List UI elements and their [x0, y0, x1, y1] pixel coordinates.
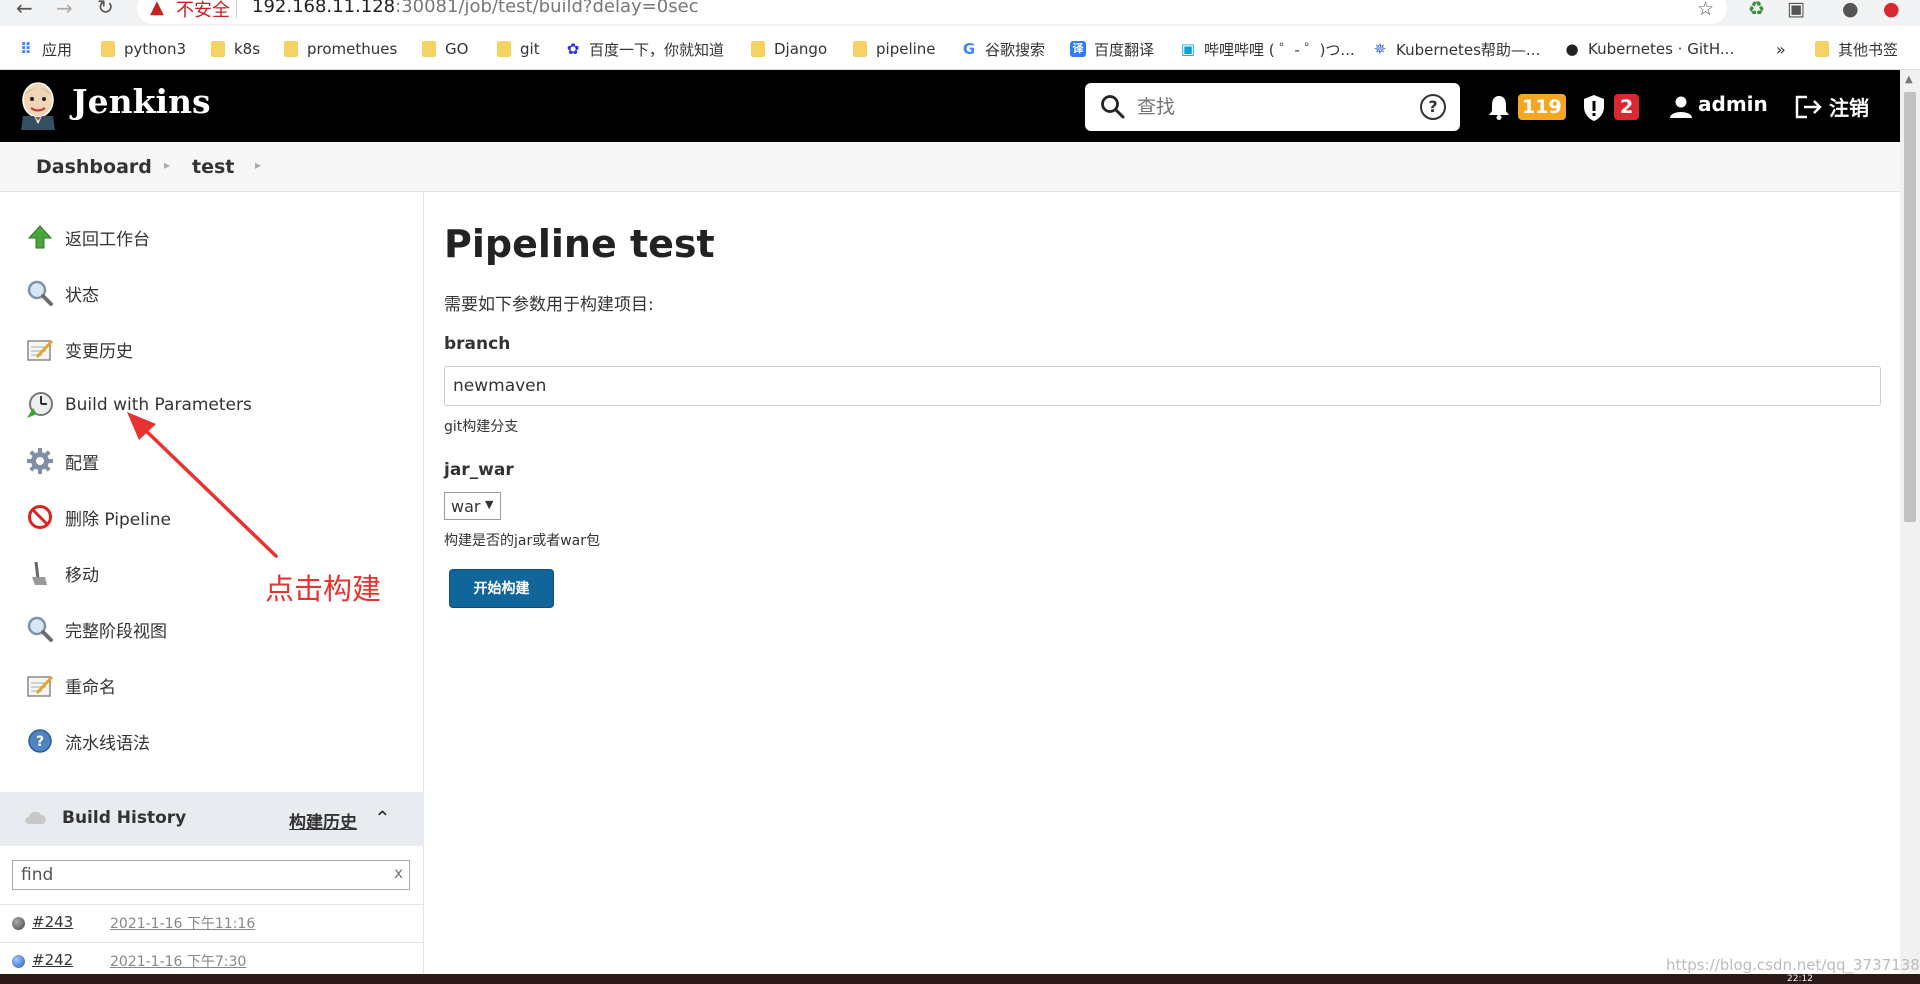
- bookmark-label: 百度一下，你就知道: [589, 40, 725, 59]
- folder-icon: [751, 41, 765, 57]
- caret-down-icon: ▼: [485, 498, 494, 511]
- github-icon: ●: [1565, 40, 1579, 58]
- search-input[interactable]: [1137, 91, 1407, 123]
- notification-badge[interactable]: 119: [1518, 94, 1566, 120]
- baidu-paw-icon: ✿: [566, 40, 580, 58]
- build-button[interactable]: 开始构建: [449, 569, 554, 608]
- url-path: :30081/job/test/build?delay=0sec: [395, 0, 699, 17]
- google-g-icon: G: [962, 40, 976, 58]
- param-help-jar-war: 构建是否的jar或者war包: [444, 533, 601, 549]
- folder-icon: [853, 41, 867, 57]
- bookmark-baidu-translate[interactable]: 译百度翻译: [1070, 38, 1154, 60]
- bookmark-other[interactable]: 其他书签: [1815, 38, 1898, 60]
- taskbar-clock: 22:12: [1787, 974, 1813, 984]
- bookmark-label: git: [520, 40, 540, 58]
- help-icon[interactable]: ?: [1420, 94, 1446, 120]
- page-description: 需要如下参数用于构建项目:: [444, 295, 654, 315]
- bookmark-label: pipeline: [876, 40, 936, 58]
- search-icon: [1101, 95, 1125, 119]
- bookmark-kubernetes-github[interactable]: ● Kubernetes · GitH...: [1564, 38, 1734, 60]
- jar-war-select[interactable]: war ▼: [444, 492, 501, 520]
- extension-icon[interactable]: ♻: [1748, 0, 1765, 20]
- bookmark-kubernetes-help[interactable]: ✵ Kubernetes帮助—...: [1372, 38, 1541, 60]
- bookmark-label: Kubernetes帮助—...: [1396, 40, 1541, 59]
- search-box: ?: [1085, 83, 1460, 131]
- watermark: https://blog.csdn.net/qq_3737138: [1666, 956, 1920, 974]
- bookmark-git[interactable]: git: [497, 38, 540, 60]
- scroll-up-icon[interactable]: ▲: [1905, 74, 1913, 85]
- profile-icon[interactable]: ●: [1842, 0, 1859, 20]
- param-label-branch: branch: [444, 334, 511, 354]
- bookmark-baidu[interactable]: ✿ 百度一下，你就知道: [565, 38, 724, 60]
- bell-icon[interactable]: [1488, 94, 1510, 120]
- page-title: Pipeline test: [444, 222, 715, 266]
- bookmark-label: 谷歌搜索: [985, 40, 1046, 59]
- user-link[interactable]: admin: [1698, 92, 1768, 116]
- bookmark-label: 其他书签: [1838, 40, 1899, 59]
- bookmark-google-search[interactable]: G 谷歌搜索: [961, 38, 1045, 60]
- bookmark-overflow[interactable]: »: [1776, 38, 1786, 60]
- annotation-arrow: [127, 412, 278, 558]
- annotation-label: 点击构建: [265, 572, 382, 606]
- bookmark-bilibili[interactable]: ▣ 哔哩哔哩 ( ゜- ゜)つ...: [1180, 38, 1355, 60]
- bookmark-label: Django: [774, 40, 828, 58]
- folder-icon: [422, 41, 436, 57]
- bookmark-pipeline[interactable]: pipeline: [853, 38, 936, 60]
- bilibili-tv-icon: ▣: [1180, 40, 1196, 58]
- star-icon[interactable]: ☆: [1697, 0, 1714, 20]
- bookmark-go[interactable]: GO: [422, 38, 468, 60]
- select-value: war: [451, 497, 481, 516]
- kubernetes-wheel-icon: ✵: [1373, 40, 1387, 58]
- update-icon[interactable]: ●: [1883, 0, 1900, 20]
- os-taskbar: [0, 974, 1920, 984]
- logout-icon[interactable]: [1795, 95, 1823, 119]
- bookmark-label: GO: [445, 40, 469, 58]
- bookmark-django[interactable]: Django: [751, 38, 827, 60]
- folder-icon: [497, 41, 511, 57]
- page-scrollbar[interactable]: ▲: [1900, 70, 1920, 984]
- logout-link[interactable]: 注销: [1829, 92, 1869, 121]
- folder-icon: [1815, 41, 1829, 57]
- bookmark-label: Kubernetes · GitH...: [1588, 40, 1735, 58]
- branch-input[interactable]: [444, 366, 1881, 406]
- security-badge[interactable]: 2: [1614, 94, 1640, 120]
- user-icon[interactable]: [1670, 96, 1692, 118]
- param-help-branch: git构建分支: [444, 419, 519, 435]
- bookmark-label: 哔哩哔哩 ( ゜- ゜)つ...: [1204, 40, 1355, 59]
- scrollbar-thumb[interactable]: [1904, 92, 1916, 522]
- param-label-jar-war: jar_war: [444, 460, 514, 480]
- excel-extension-icon[interactable]: ▣: [1787, 0, 1805, 20]
- shield-icon[interactable]: [1582, 94, 1606, 122]
- bookmark-label: 百度翻译: [1094, 40, 1155, 59]
- translate-icon: 译: [1070, 41, 1086, 57]
